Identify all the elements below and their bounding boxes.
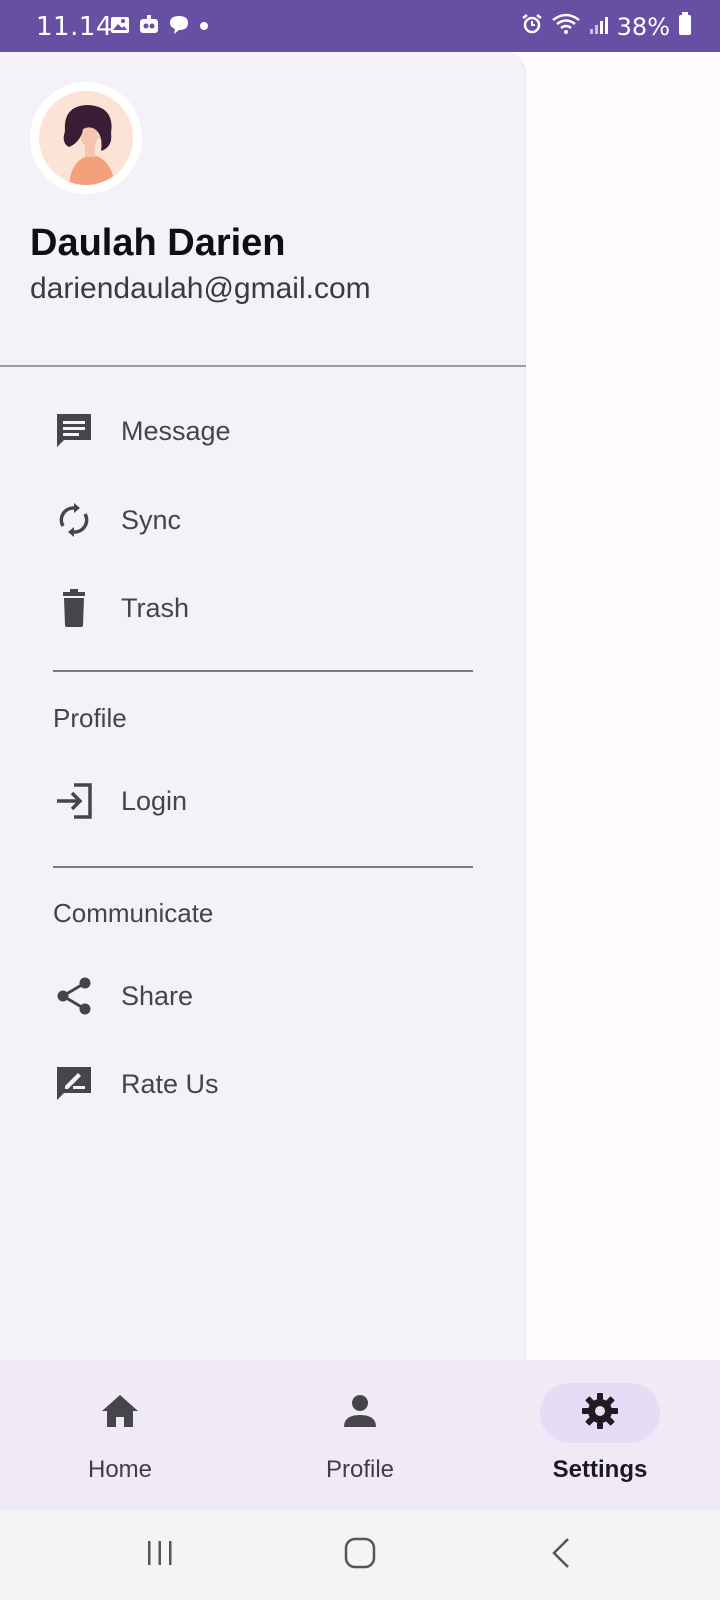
battery-icon — [678, 12, 692, 42]
drawer-item-message[interactable]: Message — [52, 396, 472, 466]
status-time: 11.14 — [36, 12, 113, 42]
nav-item-settings[interactable]: Settings — [480, 1360, 720, 1511]
drawer-item-label: Trash — [121, 592, 190, 623]
nav-pill-active — [540, 1383, 660, 1443]
login-icon — [52, 779, 96, 823]
sync-icon — [52, 498, 96, 542]
avatar-woman-illustration-icon — [39, 91, 133, 185]
section-title-profile: Profile — [53, 703, 127, 733]
nav-pill — [300, 1383, 420, 1443]
home-circle-icon — [344, 1537, 376, 1574]
battery-percent: 38% — [616, 13, 670, 41]
nav-item-home[interactable]: Home — [0, 1360, 240, 1511]
bottom-navigation: Home Profile Settings — [0, 1360, 720, 1511]
recents-icon — [145, 1539, 175, 1572]
drawer-item-sync[interactable]: Sync — [52, 485, 472, 555]
drawer-item-label: Sync — [121, 504, 182, 535]
chat-bubble-icon — [168, 14, 190, 41]
status-bar: 11.14 38% — [0, 0, 720, 52]
status-right: 38% — [521, 12, 692, 42]
section-title-communicate: Communicate — [53, 898, 214, 928]
drawer-item-label: Rate Us — [121, 1068, 219, 1099]
drawer-item-rate-us[interactable]: Rate Us — [52, 1049, 472, 1119]
nav-label: Settings — [552, 1456, 648, 1483]
share-icon — [52, 974, 96, 1018]
section-divider — [53, 670, 473, 672]
home-icon — [100, 1393, 140, 1434]
back-button[interactable] — [540, 1533, 584, 1577]
signal-icon — [589, 13, 609, 41]
drawer-item-share[interactable]: Share — [52, 961, 472, 1031]
drawer-item-trash[interactable]: Trash — [52, 573, 472, 643]
drawer-item-label: Login — [121, 785, 188, 816]
nav-label: Profile — [325, 1456, 395, 1483]
nav-item-profile[interactable]: Profile — [240, 1360, 480, 1511]
person-icon — [342, 1393, 378, 1434]
section-divider — [53, 866, 473, 868]
main-content-area[interactable] — [520, 52, 720, 1360]
home-button[interactable] — [338, 1533, 382, 1577]
drawer-item-label: Message — [121, 415, 231, 446]
avatar[interactable] — [30, 82, 142, 194]
header-divider — [0, 365, 526, 367]
back-chevron-icon — [550, 1537, 574, 1574]
system-navigation-bar — [0, 1511, 720, 1600]
recents-button[interactable] — [138, 1533, 182, 1577]
user-name: Daulah Darien — [30, 222, 286, 264]
gear-icon — [581, 1392, 619, 1435]
alarm-icon — [521, 13, 543, 41]
message-icon — [52, 409, 96, 453]
nav-label: Home — [87, 1456, 153, 1483]
drawer-item-login[interactable]: Login — [52, 766, 472, 836]
rate-icon — [52, 1062, 96, 1106]
gallery-icon — [110, 15, 130, 40]
drawer-item-label: Share — [121, 980, 194, 1011]
app-notification-icon — [138, 14, 160, 41]
wifi-icon — [551, 13, 581, 41]
navigation-drawer: Daulah Darien dariendaulah@gmail.com Mes… — [0, 52, 526, 1360]
notification-icons — [110, 14, 210, 41]
trash-icon — [52, 586, 96, 630]
dot-icon — [198, 19, 210, 37]
user-email: dariendaulah@gmail.com — [30, 272, 371, 305]
nav-pill — [60, 1383, 180, 1443]
